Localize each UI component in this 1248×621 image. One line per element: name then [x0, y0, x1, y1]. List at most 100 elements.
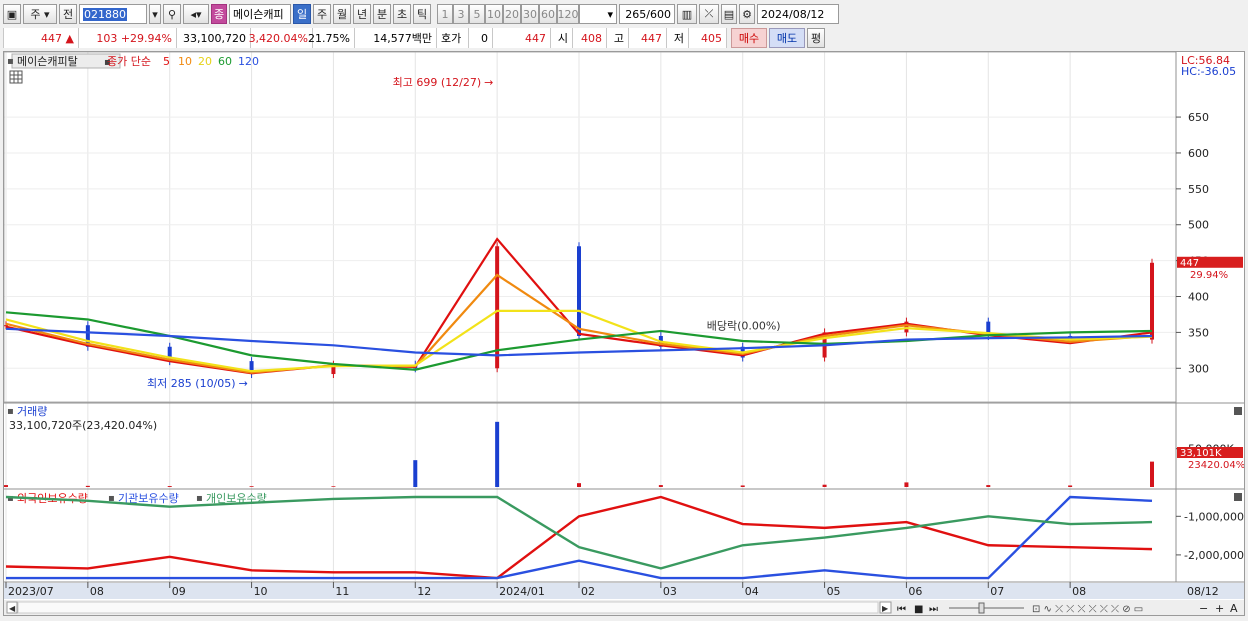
ma5-label[interactable]: 5: [163, 55, 170, 68]
hc-label: HC:-36.05: [1181, 65, 1236, 78]
drawing-tools-icon[interactable]: ⊡ ∿ ⤫ ⤫ ⤫ ⤫ ⤫ ⤫ ⊘ ▭: [1032, 604, 1143, 615]
period-tab-6[interactable]: 틱: [413, 4, 431, 24]
amount-value: 14,577백만: [355, 28, 437, 48]
period-tab-2[interactable]: 월: [333, 4, 351, 24]
chart-type-badge[interactable]: 종: [211, 4, 227, 24]
price-tick-label: 650: [1188, 111, 1209, 124]
volume-bar: [331, 486, 336, 487]
x-tick-label: 2023/07: [8, 585, 54, 598]
ma120-label[interactable]: 120: [238, 55, 259, 68]
candle-icon[interactable]: ▥: [677, 4, 697, 24]
volume-title[interactable]: 거래량: [17, 405, 47, 418]
period-tab-1[interactable]: 주: [313, 4, 331, 24]
holding-close-icon[interactable]: [1234, 493, 1242, 501]
ma60-label[interactable]: 60: [218, 55, 232, 68]
price-tick-label: 400: [1188, 291, 1209, 304]
x-tick-label: 12: [417, 585, 431, 598]
zoom-handle[interactable]: [978, 602, 985, 614]
ma20-label[interactable]: 20: [198, 55, 212, 68]
table-toggle-icon[interactable]: [9, 70, 23, 84]
date-field[interactable]: 2024/08/12: [757, 4, 839, 24]
code-dropdown-icon[interactable]: ▾: [149, 4, 161, 24]
x-tick-label: 06: [908, 585, 922, 598]
x-tick-label: 05: [827, 585, 841, 598]
volume-close-icon[interactable]: [1234, 407, 1242, 415]
period-tab-4[interactable]: 분: [373, 4, 391, 24]
hoga-label: 호가: [437, 28, 469, 48]
x-tick-label: 08: [90, 585, 104, 598]
scroll-controls: ◀ ▶ ⏮ ■ ⏭ ⊡ ∿ ⤫ ⤫ ⤫ ⤫ ⤫ ⤫ ⊘ ▭ − + A: [6, 601, 1238, 615]
save-icon[interactable]: ▤: [721, 4, 737, 24]
interval-button-2[interactable]: 5: [469, 4, 485, 24]
stock-code-input[interactable]: 021880: [79, 4, 147, 24]
count-field[interactable]: 265/600: [619, 4, 675, 24]
stock-name-label[interactable]: 메이슨캐피탈: [17, 55, 78, 68]
volume-last-marker: 33,101K 23420.04%: [1177, 447, 1245, 471]
period-tab-0[interactable]: 일: [293, 4, 311, 24]
interval-button-7[interactable]: 120: [557, 4, 579, 24]
x-tick-label: 02: [581, 585, 595, 598]
search-icon[interactable]: ⚲: [163, 4, 181, 24]
interval-button-6[interactable]: 60: [539, 4, 557, 24]
high-arrow-icon: →: [484, 76, 493, 89]
x-tick-label: 08: [1072, 585, 1086, 598]
ma-label[interactable]: 종가 단순: [107, 55, 151, 68]
sell-button[interactable]: 매도: [769, 28, 805, 48]
high-label: 고: [607, 28, 629, 48]
holding-legend: ▪ 외국인보유수량 ▪ 기관보유수량 ▪ 개인보유수량: [7, 492, 1242, 505]
period-tab-5[interactable]: 초: [393, 4, 411, 24]
settings-icon[interactable]: ⚙: [739, 4, 755, 24]
interval-button-4[interactable]: 20: [503, 4, 521, 24]
last-price-marker: 447 29.94%: [1177, 256, 1243, 281]
change-value: 103: [96, 31, 118, 45]
x-tick-label: 07: [990, 585, 1004, 598]
low-arrow-icon: →: [239, 377, 248, 390]
font-size-icon[interactable]: A: [1230, 602, 1238, 615]
price-tick-label: 600: [1188, 147, 1209, 160]
speaker-icon[interactable]: ◂▾: [183, 4, 209, 24]
stock-name-field: 메이슨캐피: [229, 4, 291, 24]
forward-icon[interactable]: ⏭: [929, 604, 938, 615]
interval-button-5[interactable]: 30: [521, 4, 539, 24]
change-pct: +29.94%: [120, 31, 172, 45]
up-arrow-icon: ▲: [65, 31, 74, 45]
volume-bar: [413, 460, 418, 487]
zoom-in-icon[interactable]: +: [1215, 602, 1224, 615]
price-value: 447: [41, 31, 63, 45]
price-tick-label: 300: [1188, 362, 1209, 375]
low-label: 저: [667, 28, 689, 48]
interval-button-3[interactable]: 10: [485, 4, 503, 24]
x-tick-label: 2024/01: [499, 585, 545, 598]
rewind-icon[interactable]: ⏮: [897, 604, 906, 615]
last-price-pct: 29.94%: [1190, 270, 1228, 281]
interval-dropdown[interactable]: ▾: [579, 4, 617, 24]
open-value: 408: [573, 28, 607, 48]
x-axis-end-label: 08/12: [1187, 585, 1219, 598]
volume-marker-icon: ▪: [7, 406, 14, 417]
type-dropdown[interactable]: 주 ▾: [23, 4, 57, 24]
zoom-out-icon[interactable]: −: [1199, 602, 1208, 615]
interval-button-0[interactable]: 1: [437, 4, 453, 24]
prev-button[interactable]: 전: [59, 4, 77, 24]
count-max: /600: [646, 7, 671, 21]
open-label: 시: [551, 28, 573, 48]
interval-button-1[interactable]: 3: [453, 4, 469, 24]
ma10-label[interactable]: 10: [178, 55, 192, 68]
crosshair-icon[interactable]: ⤫: [699, 4, 719, 24]
holding-tick-label: -1,000,000: [1184, 510, 1244, 523]
eval-button[interactable]: 평: [807, 28, 825, 48]
volume-bar: [85, 485, 90, 487]
volume-bar: [167, 486, 172, 487]
volume-last-pct: 23420.04%: [1188, 460, 1244, 471]
stop-icon[interactable]: ■: [914, 604, 923, 615]
period-tab-3[interactable]: 년: [353, 4, 371, 24]
scrollbar-track[interactable]: [17, 601, 879, 614]
buy-button[interactable]: 매수: [731, 28, 767, 48]
window-menu-icon[interactable]: ▣: [3, 4, 21, 24]
volume-bar: [495, 421, 500, 487]
last-price-value: 447: [1180, 258, 1199, 269]
low-value: 405: [689, 28, 727, 48]
stock-chart[interactable]: ▪ 메이슨캐피탈 ▪ 종가 단순 5 10 20 60 120 LC:56.84…: [3, 51, 1245, 615]
chart-area[interactable]: ▪ 메이슨캐피탈 ▪ 종가 단순 5 10 20 60 120 LC:56.84…: [3, 51, 1245, 616]
type-label: 주: [30, 8, 41, 21]
